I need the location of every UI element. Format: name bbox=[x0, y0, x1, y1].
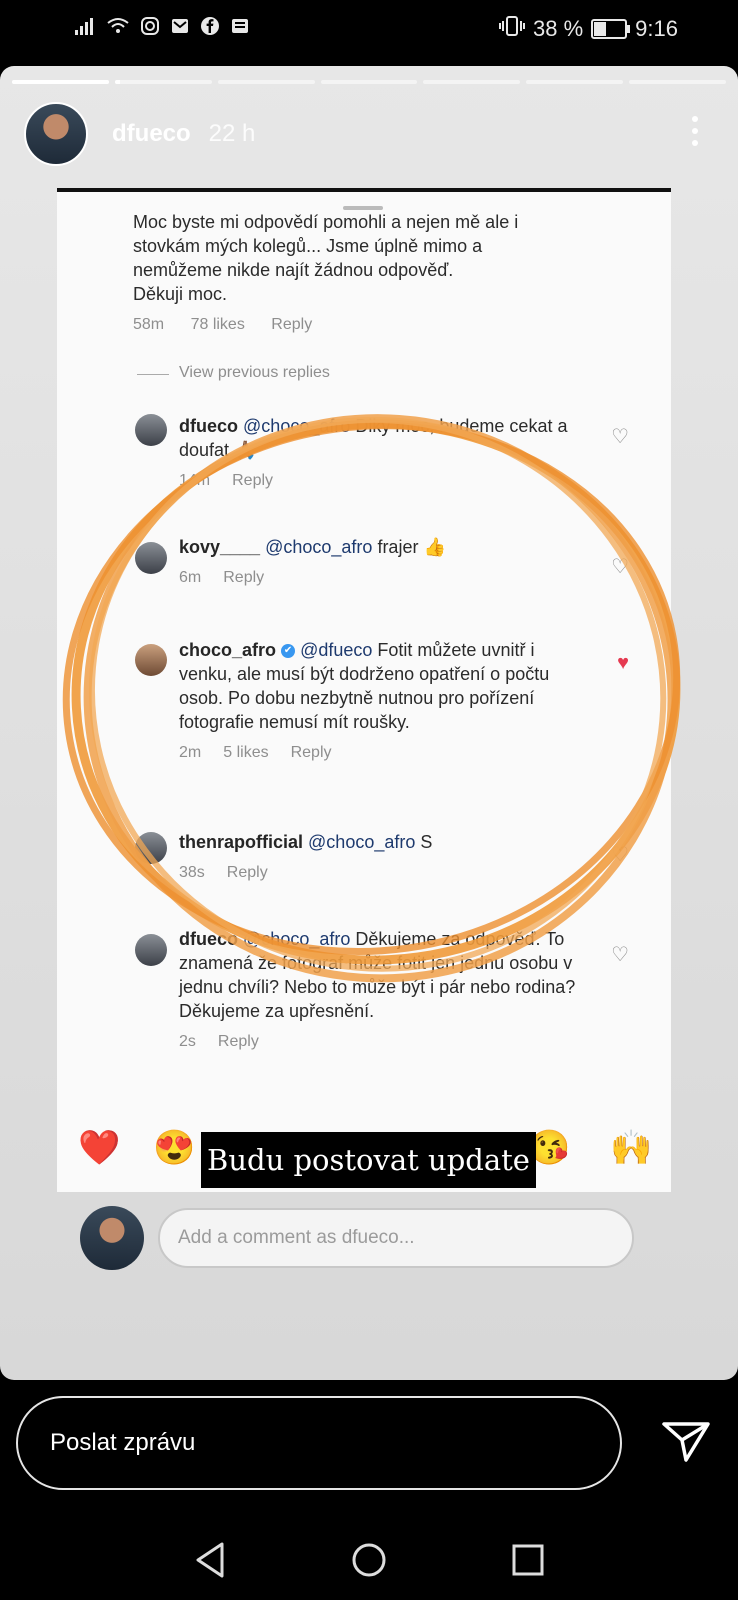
like-heart-icon[interactable]: ♡ bbox=[611, 424, 629, 449]
comment-time: 6m bbox=[179, 569, 202, 586]
clock: 9:16 bbox=[635, 16, 678, 41]
view-replies-link[interactable]: View previous replies bbox=[179, 364, 330, 382]
comment-username[interactable]: dfueco bbox=[179, 416, 238, 436]
story-time-ago: 22 h bbox=[208, 120, 256, 147]
reply-link[interactable]: Reply bbox=[232, 472, 273, 489]
comment-item: kovy____ @choco_afro frajer 👍 6m Reply bbox=[179, 535, 579, 587]
comment-avatar[interactable] bbox=[135, 644, 167, 676]
comment-time: 58m bbox=[133, 316, 165, 333]
comment-username[interactable]: choco_afro bbox=[179, 640, 276, 660]
raised-hands-emoji-button[interactable]: 🙌 bbox=[610, 1128, 652, 1168]
comment-likes[interactable]: 5 likes bbox=[223, 744, 268, 761]
story-progress-segment bbox=[217, 80, 315, 84]
view-replies-divider bbox=[137, 374, 169, 375]
story-progress-segment bbox=[629, 80, 727, 84]
instagram-icon bbox=[140, 16, 160, 42]
story-progress-segment bbox=[526, 80, 624, 84]
story-author-username[interactable]: dfueco bbox=[112, 120, 191, 148]
comment-time: 14m bbox=[179, 472, 211, 489]
reply-link[interactable]: Reply bbox=[291, 744, 332, 761]
comment-username[interactable]: thenrapofficial bbox=[179, 832, 303, 852]
comment-time: 38s bbox=[179, 864, 205, 881]
vibrate-icon bbox=[499, 15, 526, 43]
comment-time: 2m bbox=[179, 744, 202, 761]
add-comment-input: Add a comment as dfueco... bbox=[158, 1208, 634, 1268]
story-progress-segment bbox=[423, 80, 521, 84]
top-comment-line: nemůžeme nikde najít žádnou odpověď. bbox=[133, 260, 454, 280]
news-icon bbox=[230, 16, 250, 42]
like-heart-icon[interactable]: ♡ bbox=[611, 842, 629, 867]
like-heart-icon[interactable]: ♡ bbox=[611, 554, 629, 579]
comment-avatar[interactable] bbox=[135, 934, 167, 966]
comments-screenshot: Moc byste mi odpovědí pomohli a nejen mě… bbox=[57, 188, 671, 1192]
more-options-icon[interactable] bbox=[692, 116, 700, 152]
comment-likes[interactable]: 78 likes bbox=[191, 316, 245, 333]
caption-sticker: Budu postovat update bbox=[201, 1132, 536, 1188]
comment-item: choco_afro ✔ @dfueco Fotit můžete uvnitř… bbox=[179, 638, 589, 762]
story-viewer[interactable]: dfueco 22 h Moc byste mi odpovědí pomohl… bbox=[0, 66, 738, 1380]
send-icon[interactable] bbox=[660, 1418, 712, 1466]
battery-percent: 38 % bbox=[533, 16, 584, 41]
heart-emoji-button[interactable]: ❤️ bbox=[78, 1128, 120, 1168]
top-comment: Moc byste mi odpovědí pomohli a nejen mě… bbox=[133, 212, 603, 334]
comment-mention[interactable]: @choco_afro bbox=[243, 416, 350, 436]
comment-username[interactable]: kovy____ bbox=[179, 537, 260, 557]
battery-icon bbox=[591, 19, 631, 39]
reply-link[interactable]: Reply bbox=[218, 1033, 259, 1050]
comment-body: Děkujeme za odpověď. To znamená že fotog… bbox=[179, 929, 576, 1021]
top-comment-line: stovkám mých kolegů... Jsme úplně mimo a bbox=[133, 236, 483, 256]
send-message-input[interactable]: Poslat zprávu bbox=[16, 1396, 622, 1490]
top-comment-line: Děkuji moc. bbox=[133, 284, 228, 304]
comment-avatar[interactable] bbox=[135, 414, 167, 446]
liked-heart-icon[interactable]: ♥ bbox=[617, 652, 629, 675]
navigation-bar bbox=[0, 1520, 738, 1600]
heart-eyes-emoji-button[interactable]: 😍 bbox=[153, 1128, 195, 1168]
verified-badge-icon: ✔ bbox=[281, 644, 296, 659]
back-icon[interactable] bbox=[192, 1540, 228, 1585]
reply-link[interactable]: Reply bbox=[271, 316, 312, 333]
recents-icon[interactable] bbox=[510, 1540, 546, 1585]
status-icons-right: 38 % 9:16 bbox=[499, 15, 678, 43]
reply-link[interactable]: Reply bbox=[227, 864, 268, 881]
comment-mention[interactable]: @dfueco bbox=[300, 640, 372, 660]
comment-username[interactable]: dfueco bbox=[179, 929, 238, 949]
comment-body: frajer 👍 bbox=[372, 537, 446, 557]
comment-item: dfueco @choco_afro Diky moc, budeme ceka… bbox=[179, 414, 579, 490]
add-comment-row: Add a comment as dfueco... bbox=[80, 1206, 660, 1272]
like-heart-icon[interactable]: ♡ bbox=[611, 942, 629, 967]
comment-item: thenrapofficial @choco_afro S 38s Reply bbox=[179, 830, 579, 890]
reply-link[interactable]: Reply bbox=[223, 569, 264, 586]
comment-mention[interactable]: @choco_afro bbox=[265, 537, 372, 557]
status-icons-left bbox=[74, 16, 250, 42]
story-author-avatar[interactable] bbox=[24, 102, 88, 166]
comment-mention[interactable]: @choco_afro bbox=[308, 832, 415, 852]
own-avatar bbox=[80, 1206, 144, 1270]
mail-icon bbox=[170, 16, 190, 42]
status-bar: 38 % 9:16 bbox=[0, 0, 738, 60]
top-comment-line: Moc byste mi odpovědí pomohli a nejen mě… bbox=[133, 212, 519, 232]
facebook-icon bbox=[200, 16, 220, 42]
comment-item: dfueco @choco_afro Děkujeme za odpověď. … bbox=[179, 927, 579, 1051]
signal-icon bbox=[74, 16, 96, 42]
story-progress-segment bbox=[12, 80, 109, 84]
comment-avatar[interactable] bbox=[135, 832, 167, 864]
comment-body: S bbox=[415, 832, 433, 852]
story-progress-segment bbox=[114, 80, 212, 84]
comment-time: 2s bbox=[179, 1033, 196, 1050]
home-icon[interactable] bbox=[350, 1540, 388, 1585]
story-progress-segment bbox=[320, 80, 418, 84]
comment-mention[interactable]: @choco_afro bbox=[243, 929, 350, 949]
story-header: dfueco 22 h bbox=[24, 102, 714, 166]
story-progress-bar bbox=[12, 80, 727, 84]
comment-avatar[interactable] bbox=[135, 542, 167, 574]
comment-body: Diky moc, budeme cekat a doufat 🙏🏽 bbox=[179, 416, 568, 460]
wifi-icon bbox=[106, 16, 130, 42]
